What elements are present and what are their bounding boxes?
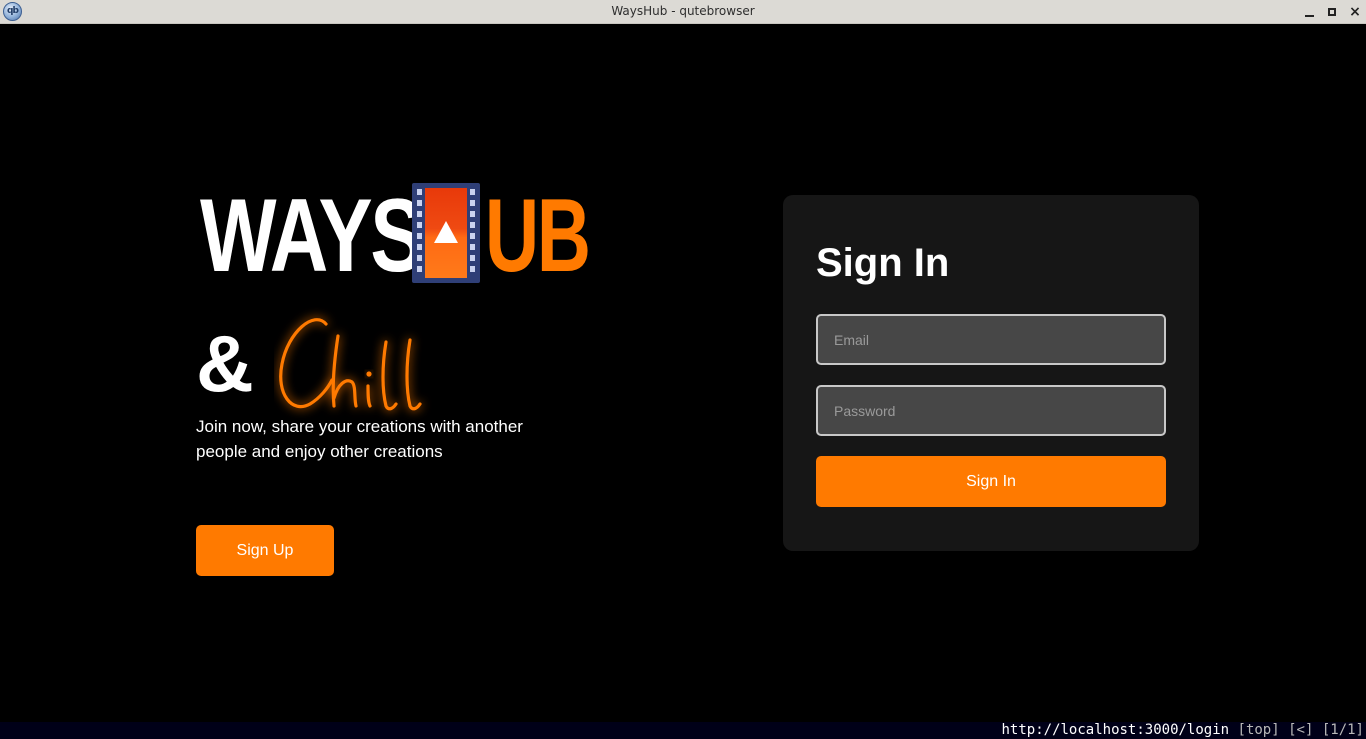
logo-ampersand: &	[196, 319, 254, 408]
maximize-icon	[1328, 8, 1336, 16]
minimize-icon	[1304, 15, 1314, 17]
sign-in-button[interactable]: Sign In	[816, 456, 1166, 507]
minimize-button[interactable]	[1300, 3, 1318, 21]
window-titlebar: qb WaysHub - qutebrowser ×	[0, 0, 1366, 24]
password-field[interactable]	[816, 385, 1166, 436]
logo-word-ub: UB	[485, 178, 591, 294]
login-page: WAYS UB & Join now, share your creations…	[0, 24, 1366, 722]
hero-tagline: Join now, share your creations with anot…	[196, 417, 523, 461]
statusbar-text: http://localhost:3000/login [top] [<] [1…	[1002, 723, 1365, 738]
status-url[interactable]: http://localhost:3000/login	[1002, 722, 1230, 738]
sign-up-button[interactable]: Sign Up	[196, 525, 334, 576]
logo-chill-script	[279, 318, 422, 411]
window-title: WaysHub - qutebrowser	[611, 4, 755, 18]
logo-word-ways: WAYS	[200, 178, 424, 294]
email-field[interactable]	[816, 314, 1166, 365]
film-strip-play-icon	[412, 183, 480, 283]
status-tabs: [1/1]	[1321, 722, 1364, 738]
sign-in-card: Sign In Sign In	[783, 195, 1199, 551]
close-button[interactable]: ×	[1346, 3, 1364, 21]
play-icon	[434, 221, 458, 243]
maximize-button[interactable]	[1323, 3, 1341, 21]
status-history: [<]	[1288, 722, 1314, 738]
close-icon: ×	[1349, 4, 1361, 20]
wayshub-logo: WAYS UB &	[196, 178, 596, 411]
status-scroll: [top]	[1237, 722, 1280, 738]
sign-in-title: Sign In	[816, 241, 950, 285]
browser-statusbar: http://localhost:3000/login [top] [<] [1…	[0, 722, 1366, 739]
